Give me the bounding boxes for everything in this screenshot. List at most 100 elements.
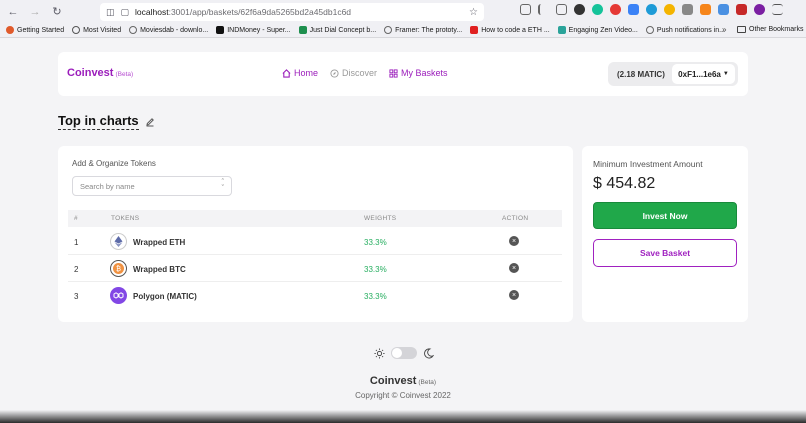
remove-token-icon[interactable]: × bbox=[509, 236, 519, 246]
bookmark-label: Push notifications in... bbox=[656, 26, 725, 34]
library-icon[interactable] bbox=[538, 4, 549, 15]
menu-icon[interactable] bbox=[772, 4, 783, 15]
table-row: 1 Wrapped ETH 33.3% × bbox=[68, 228, 562, 255]
bookmark-label: Most Visited bbox=[83, 26, 122, 34]
other-bookmarks[interactable]: Other Bookmarks bbox=[737, 26, 803, 33]
sun-icon bbox=[374, 347, 385, 359]
row-index: 1 bbox=[74, 238, 79, 247]
brand-logo[interactable]: Coinvest (Beta) bbox=[67, 67, 133, 79]
bookmark-label: Framer: The prototy... bbox=[395, 26, 463, 34]
brand-beta: (Beta) bbox=[115, 71, 134, 78]
matic-icon bbox=[110, 287, 127, 304]
footer-brand: Coinvest (Beta) bbox=[0, 375, 806, 387]
pencil-icon[interactable] bbox=[145, 117, 155, 127]
bookmark-item[interactable]: INDMoney - Super... bbox=[216, 26, 291, 34]
globe-icon bbox=[129, 26, 138, 34]
moon-icon bbox=[424, 347, 434, 358]
extension-shield-icon[interactable] bbox=[628, 4, 639, 15]
bookmark-star-icon[interactable]: ☆ bbox=[469, 7, 478, 18]
tokens-section-label: Add & Organize Tokens bbox=[72, 159, 156, 168]
nav-my-baskets[interactable]: My Baskets bbox=[389, 68, 448, 78]
column-index: # bbox=[74, 215, 78, 222]
bookmark-item[interactable]: Moviesdab - downlo... bbox=[129, 26, 208, 34]
token-name: Wrapped BTC bbox=[133, 265, 186, 274]
extension-red-square-icon[interactable] bbox=[736, 4, 747, 15]
brand-name: Coinvest bbox=[67, 67, 114, 79]
bookmark-label: Moviesdab - downlo... bbox=[140, 26, 209, 34]
globe-icon bbox=[645, 26, 654, 34]
wallet-address-button[interactable]: 0xF1...1e6a ▼ bbox=[672, 64, 735, 84]
app-header: Coinvest (Beta) Home Discover My Baskets … bbox=[58, 52, 748, 96]
bookmark-item[interactable]: Just Dial Concept b... bbox=[298, 26, 377, 34]
extension-red-icon[interactable] bbox=[610, 4, 621, 15]
bookmarks-overflow-icon[interactable]: » bbox=[722, 25, 726, 34]
nav-home[interactable]: Home bbox=[282, 68, 318, 78]
bookmark-item[interactable]: Most Visited bbox=[72, 26, 121, 34]
token-weight[interactable]: 33.3% bbox=[364, 265, 387, 274]
token-weight[interactable]: 33.3% bbox=[364, 292, 387, 301]
nav-discover[interactable]: Discover bbox=[330, 68, 377, 78]
footer-beta: (Beta) bbox=[418, 379, 437, 386]
row-index: 2 bbox=[74, 265, 79, 274]
extension-h-icon[interactable] bbox=[574, 4, 585, 15]
save-basket-button[interactable]: Save Basket bbox=[593, 239, 737, 267]
home-icon bbox=[282, 68, 291, 78]
bookmark-item[interactable]: Engaging Zen Video... bbox=[557, 26, 638, 34]
table-header: # TOKENS WEIGHTS ACTION bbox=[68, 210, 562, 227]
remove-token-icon[interactable]: × bbox=[509, 263, 519, 273]
theme-toggle[interactable] bbox=[391, 347, 417, 359]
token-name: Polygon (MATIC) bbox=[133, 292, 197, 301]
theme-toggle-row bbox=[374, 347, 434, 359]
bookmark-item[interactable]: Push notifications in... bbox=[645, 26, 725, 34]
bookmark-item[interactable]: How to code a ETH ... bbox=[470, 26, 550, 34]
page-title[interactable]: Top in charts bbox=[58, 113, 139, 130]
bookmark-label: Getting Started bbox=[17, 26, 65, 34]
address-bar[interactable]: ◫ ▢ localhost:3001/app/baskets/62f6a9da5… bbox=[100, 3, 484, 21]
metamask-icon[interactable] bbox=[700, 4, 711, 15]
bookmark-label: Just Dial Concept b... bbox=[309, 26, 377, 34]
wallet-balance: (2.18 MATIC) bbox=[617, 69, 665, 79]
extension-grammarly-icon[interactable] bbox=[592, 4, 603, 15]
tokens-card: Add & Organize Tokens Search by name ˆˇ … bbox=[58, 146, 573, 322]
extension-check-icon[interactable] bbox=[646, 4, 657, 15]
extension-blue-icon[interactable] bbox=[718, 4, 729, 15]
other-bookmarks-label: Other Bookmarks bbox=[749, 26, 804, 33]
bookmark-label: How to code a ETH ... bbox=[481, 26, 550, 34]
bookmark-item[interactable]: Framer: The prototy... bbox=[384, 26, 462, 34]
table-row: 3 Polygon (MATIC) 33.3% × bbox=[68, 282, 562, 309]
investment-card: Minimum Investment Amount $ 454.82 Inves… bbox=[582, 146, 748, 322]
bookmarks-bar: Getting Started Most Visited Moviesdab -… bbox=[0, 23, 806, 38]
extension-v-icon[interactable] bbox=[682, 4, 693, 15]
grid-icon bbox=[389, 68, 398, 78]
back-icon[interactable]: ← bbox=[4, 3, 22, 21]
min-investment-amount: $ 454.82 bbox=[593, 175, 656, 192]
reload-icon[interactable]: ↻ bbox=[48, 3, 66, 21]
search-input[interactable]: Search by name ˆˇ bbox=[72, 176, 232, 196]
column-action: ACTION bbox=[502, 215, 529, 222]
bookmark-favicon-icon bbox=[6, 26, 14, 34]
zen-icon bbox=[557, 26, 566, 34]
pocket-icon[interactable] bbox=[520, 4, 531, 15]
extension-purple-icon[interactable] bbox=[754, 4, 765, 15]
page-title-row: Top in charts bbox=[58, 113, 155, 130]
chevron-updown-icon: ˆˇ bbox=[221, 179, 224, 192]
window-bottom-edge bbox=[0, 410, 806, 423]
token-weight[interactable]: 33.3% bbox=[364, 238, 387, 247]
shield-icon: ◫ bbox=[106, 6, 115, 17]
main-nav: Home Discover My Baskets bbox=[282, 68, 448, 78]
sidebar-icon[interactable] bbox=[556, 4, 567, 15]
remove-token-icon[interactable]: × bbox=[509, 290, 519, 300]
bookmark-label: Engaging Zen Video... bbox=[568, 26, 638, 34]
btc-icon: ₿ bbox=[110, 260, 127, 277]
min-investment-label: Minimum Investment Amount bbox=[593, 159, 703, 169]
token-name: Wrapped ETH bbox=[133, 238, 186, 247]
forward-icon[interactable]: → bbox=[26, 3, 44, 21]
invest-now-button[interactable]: Invest Now bbox=[593, 202, 737, 229]
wallet-address: 0xF1...1e6a bbox=[678, 69, 721, 79]
extension-color-icon[interactable] bbox=[664, 4, 675, 15]
folder-icon bbox=[737, 26, 746, 33]
globe-icon bbox=[384, 26, 393, 34]
bookmark-item[interactable]: Getting Started bbox=[6, 26, 64, 34]
extension-icons bbox=[520, 4, 783, 15]
justdial-icon bbox=[298, 26, 307, 34]
